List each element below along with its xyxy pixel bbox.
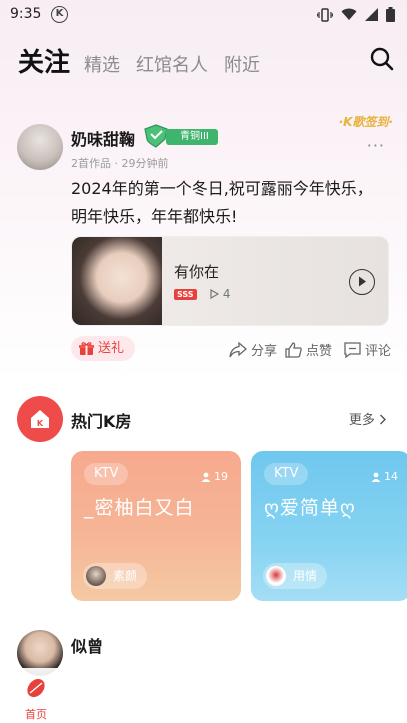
share-button[interactable]: 分享 xyxy=(229,340,277,359)
host-avatar xyxy=(86,566,106,586)
tab-celebrities[interactable]: 红馆名人 xyxy=(136,51,208,77)
comment-button[interactable]: 评论 xyxy=(344,340,391,359)
room-tag: KTV xyxy=(84,463,129,485)
more-rooms-label: 更多 xyxy=(348,413,375,428)
song-card[interactable]: 有你在 SSS 4 xyxy=(71,236,389,326)
room-host: 用情 xyxy=(263,563,328,589)
nav-home-label: 首页 xyxy=(25,708,47,721)
song-cover xyxy=(72,237,162,325)
search-icon[interactable] xyxy=(369,46,395,72)
hot-rooms-title: 热门K房 xyxy=(71,412,132,431)
person-icon xyxy=(201,472,211,482)
room-count: 14 xyxy=(371,470,398,483)
post-text: 2024年的第一个冬日,祝可露丽今年快乐， 明年快乐，年年都快乐! xyxy=(71,175,401,231)
house-icon: K xyxy=(31,410,49,428)
gift-label: 送礼 xyxy=(98,341,125,356)
room-name: ღ爱简单ღ xyxy=(264,497,356,519)
play-count-icon xyxy=(210,288,220,300)
thumbs-up-icon xyxy=(285,341,302,358)
signal-icon xyxy=(365,8,378,21)
host-avatar xyxy=(266,566,286,586)
chevron-right-icon xyxy=(380,414,386,425)
play-icon xyxy=(359,276,366,287)
comment-label: 评论 xyxy=(365,344,392,359)
quality-badge: SSS xyxy=(174,289,197,300)
like-button[interactable]: 点赞 xyxy=(285,340,332,359)
person-icon xyxy=(371,472,381,482)
level-badge: 青铜III xyxy=(166,129,218,145)
host-name: 素颜 xyxy=(113,569,138,583)
post-text-line: 明年快乐，年年都快乐! xyxy=(71,207,238,226)
home-icon xyxy=(27,678,45,698)
wifi-icon xyxy=(341,8,357,20)
post-username[interactable]: 奶味甜鞠 xyxy=(71,126,135,150)
sign-in-tag[interactable]: ·K歌签到· xyxy=(339,113,393,130)
play-button[interactable] xyxy=(349,269,375,295)
room-count: 19 xyxy=(201,470,228,483)
play-count: 4 xyxy=(209,287,230,301)
gift-button[interactable]: 送礼 xyxy=(71,336,135,361)
post-avatar[interactable] xyxy=(17,124,63,170)
tab-featured[interactable]: 精选 xyxy=(84,51,120,77)
share-label: 分享 xyxy=(251,344,278,359)
share-icon xyxy=(229,341,247,357)
post-username[interactable]: 似曾 xyxy=(71,633,103,657)
top-tabs: 关注 精选 红馆名人 附近 xyxy=(18,42,276,79)
more-options-button[interactable]: ··· xyxy=(367,136,385,155)
post-text-line: 2024年的第一个冬日,祝可露丽今年快乐， xyxy=(71,179,373,198)
vibrate-icon xyxy=(317,7,333,22)
status-icons xyxy=(317,7,395,22)
nav-home[interactable]: 首页 xyxy=(18,676,54,722)
more-rooms-link[interactable]: 更多 xyxy=(349,409,387,428)
comment-icon xyxy=(344,341,361,358)
gift-icon xyxy=(79,342,94,355)
play-count-value: 4 xyxy=(222,287,231,301)
post-meta: 2首作品 · 29分钟前 xyxy=(71,157,169,170)
room-name: _密柚白又白 xyxy=(84,497,195,519)
song-title: 有你在 xyxy=(174,263,220,281)
tab-nearby[interactable]: 附近 xyxy=(224,51,260,77)
svg-text:K: K xyxy=(37,419,44,428)
room-card[interactable]: KTV 14 ღ爱简单ღ 用情 xyxy=(251,451,407,601)
status-bar: 9:35 K xyxy=(0,0,407,30)
room-card[interactable]: KTV 19 _密柚白又白 素颜 xyxy=(71,451,241,601)
like-label: 点赞 xyxy=(306,344,333,359)
room-host: 素颜 xyxy=(83,563,148,589)
tab-following[interactable]: 关注 xyxy=(18,42,70,79)
hot-rooms-icon: K xyxy=(17,396,63,442)
bottom-nav: 首页 xyxy=(0,668,407,723)
k-app-icon: K xyxy=(51,6,68,23)
room-count-value: 19 xyxy=(214,470,228,483)
status-time: 9:35 xyxy=(10,6,42,22)
host-name: 用情 xyxy=(293,569,318,583)
room-count-value: 14 xyxy=(384,470,398,483)
room-tag: KTV xyxy=(264,463,309,485)
battery-icon xyxy=(386,7,395,22)
